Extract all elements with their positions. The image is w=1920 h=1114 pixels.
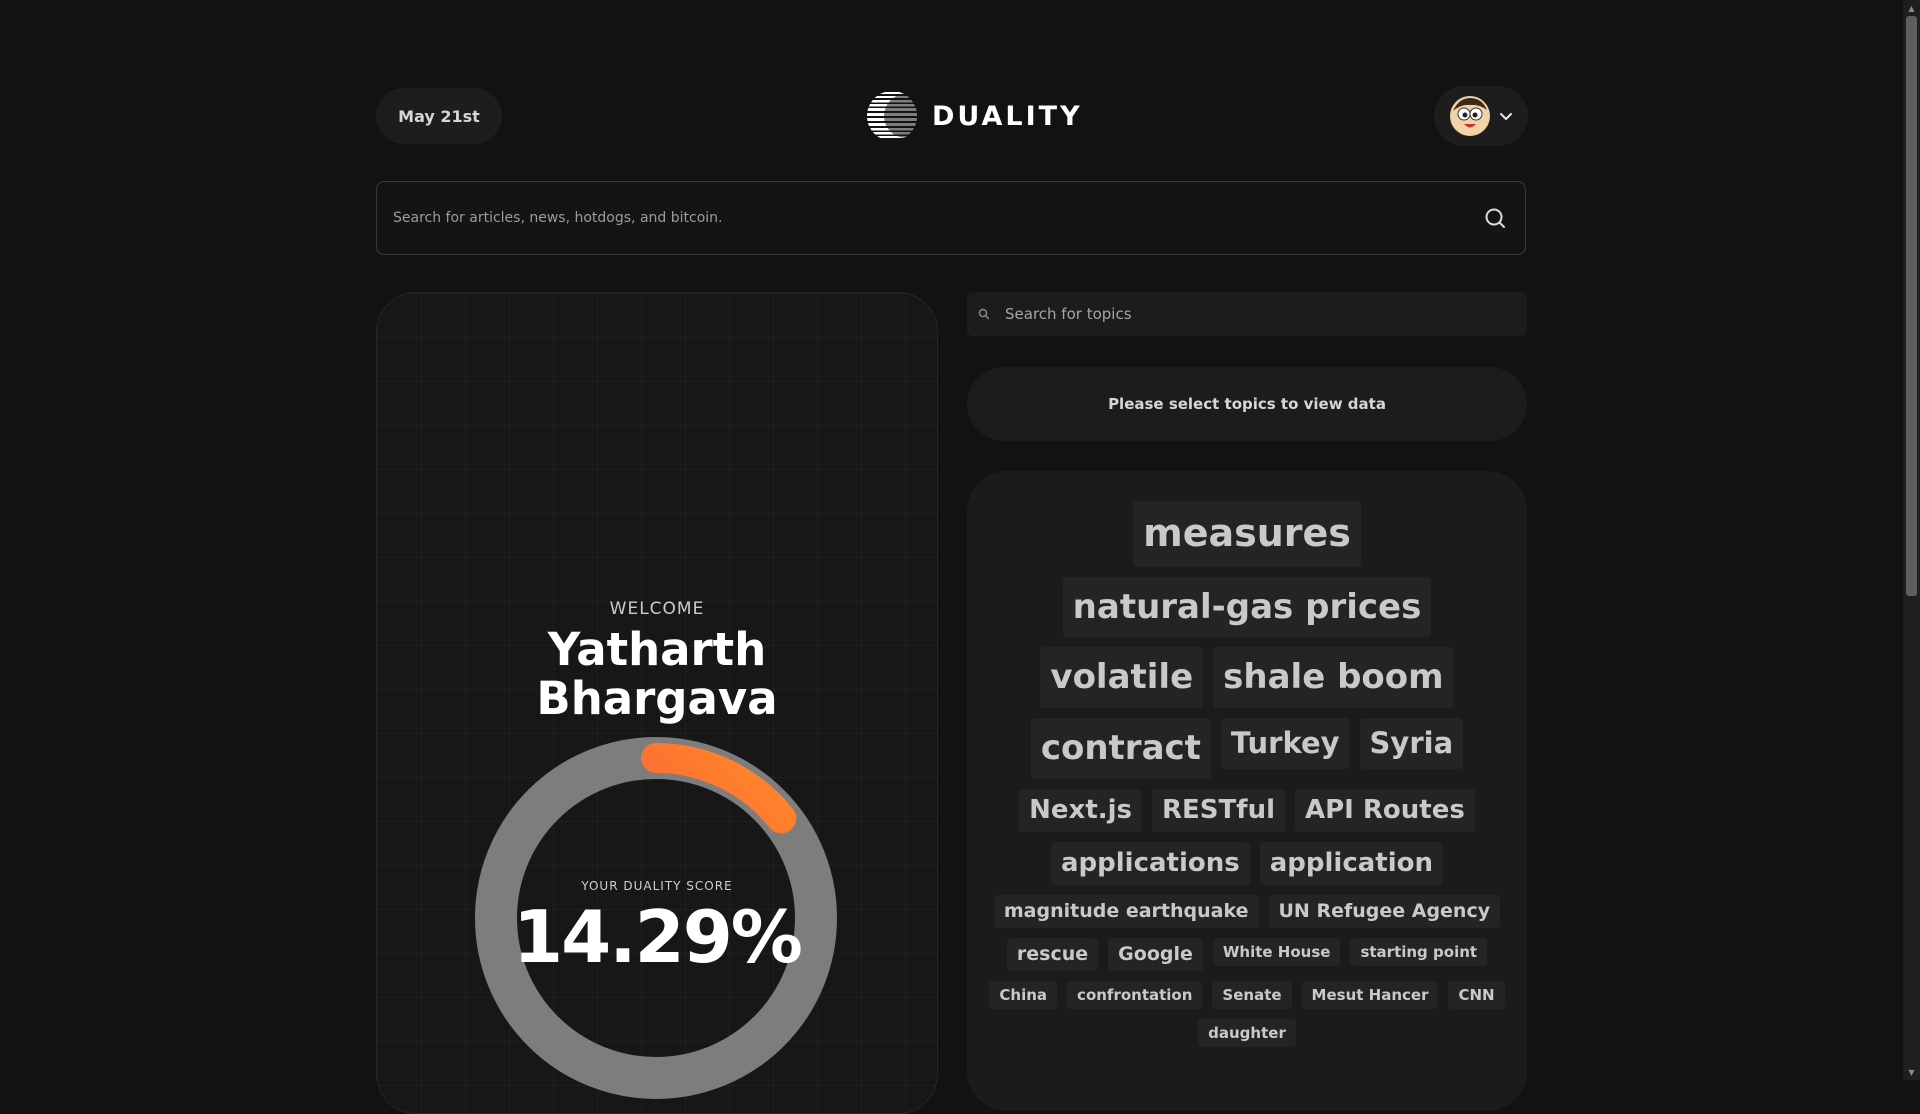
page-scrollbar[interactable]: ▲ ▼ (1903, 0, 1920, 1080)
chevron-down-icon (1500, 113, 1512, 120)
brand-name: DUALITY (932, 100, 1083, 132)
duality-logo-icon (867, 91, 917, 141)
search-icon (978, 308, 990, 320)
select-topics-message: Please select topics to view data (967, 367, 1527, 441)
topic-tag[interactable]: application (1259, 842, 1443, 886)
topic-cloud-card: measures natural-gas prices volatile shale … (967, 471, 1527, 1111)
topic-tag[interactable]: Google (1108, 938, 1203, 971)
topic-tag[interactable]: White House (1212, 938, 1341, 967)
topic-tag[interactable]: Turkey (1220, 718, 1350, 769)
topic-tag-cloud: measures natural-gas prices volatile shale … (987, 501, 1507, 1047)
topic-tag[interactable]: natural-gas prices (1062, 576, 1432, 638)
topic-tag[interactable]: rescue (1006, 938, 1099, 971)
topic-tag[interactable]: Senate (1212, 980, 1292, 1009)
topic-tag[interactable]: measures (1133, 501, 1361, 567)
welcome-label: WELCOME (609, 599, 705, 619)
topic-search-bar (967, 292, 1527, 336)
topic-tag[interactable]: applications (1050, 842, 1250, 886)
scroll-down-arrow-icon[interactable]: ▼ (1903, 1064, 1920, 1080)
brand-logo[interactable]: DUALITY (866, 90, 1083, 142)
user-last-name: Bhargava (536, 672, 778, 725)
search-button[interactable] (1465, 188, 1525, 248)
topic-tag[interactable]: volatile (1040, 647, 1204, 709)
topic-tag[interactable]: CNN (1448, 980, 1505, 1009)
topic-tag[interactable]: shale boom (1213, 647, 1454, 709)
article-search-bar (376, 181, 1526, 255)
topic-tag[interactable]: Next.js (1019, 788, 1143, 833)
topic-search-input[interactable] (999, 304, 1527, 324)
account-menu-button[interactable] (1434, 86, 1528, 146)
score-value: 14.29% (513, 895, 803, 979)
user-first-name: Yatharth (547, 623, 767, 676)
welcome-score-card: WELCOME Yatharth Bhargava YOUR DUALITY S… (376, 292, 938, 1114)
date-pill[interactable]: May 21st (376, 88, 502, 144)
topic-tag[interactable]: confrontation (1067, 980, 1203, 1009)
topic-tag[interactable]: daughter (1198, 1018, 1296, 1047)
user-name: Yatharth Bhargava (377, 625, 937, 723)
score-label: YOUR DUALITY SCORE (581, 879, 733, 893)
topic-tag[interactable]: Syria (1359, 718, 1464, 769)
article-search-input[interactable] (377, 209, 1465, 227)
scroll-up-arrow-icon[interactable]: ▲ (1903, 0, 1920, 16)
welcome-block: WELCOME Yatharth Bhargava (377, 599, 937, 723)
topic-tag[interactable]: Mesut Hancer (1301, 980, 1439, 1009)
topic-tag[interactable]: UN Refugee Agency (1268, 895, 1501, 929)
topic-tag[interactable]: China (989, 980, 1058, 1009)
topic-tag[interactable]: starting point (1350, 938, 1488, 967)
avatar (1450, 96, 1490, 136)
topic-tag[interactable]: contract (1030, 718, 1211, 779)
scrollbar-thumb[interactable] (1906, 16, 1917, 596)
topic-tag[interactable]: magnitude earthquake (993, 895, 1259, 929)
topic-tag[interactable]: API Routes (1295, 788, 1475, 833)
topic-tag[interactable]: RESTful (1152, 788, 1285, 833)
search-icon (1485, 208, 1505, 228)
